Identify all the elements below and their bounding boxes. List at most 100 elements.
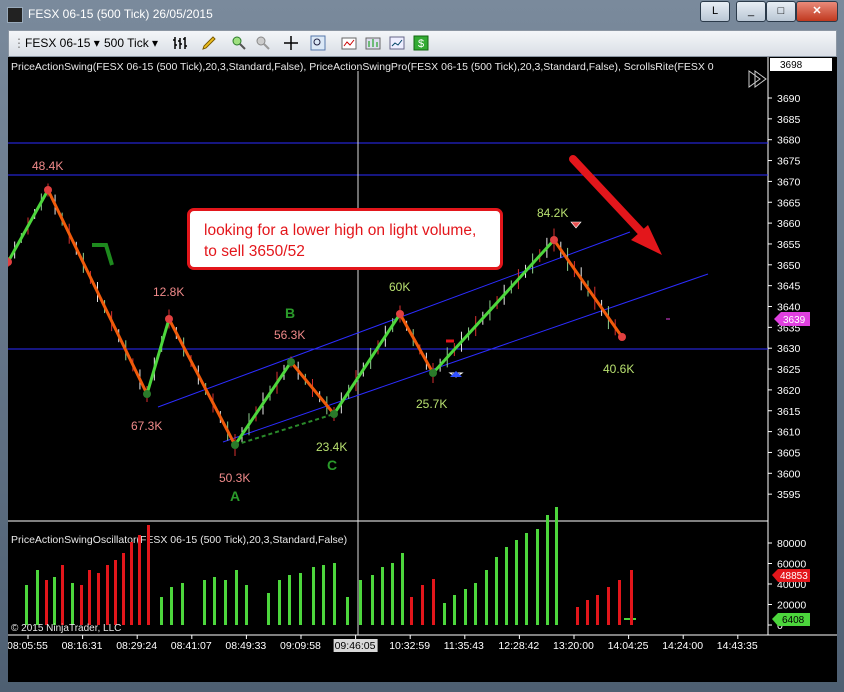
- swing-point: [429, 369, 437, 377]
- swing-point: [44, 186, 52, 194]
- channel-lower-line[interactable]: [222, 273, 709, 443]
- price-tick-label: 3655: [777, 239, 801, 251]
- time-tick-label: 10:32:59: [389, 640, 430, 652]
- magnifier-icon[interactable]: [310, 35, 326, 51]
- oscillator-bar: [515, 540, 518, 625]
- price-tick-label: 3650: [777, 260, 801, 272]
- oscillator-bar: [576, 607, 579, 625]
- ninjatrader-app-icon: [7, 7, 23, 23]
- oscillator-red-badge: 48853: [772, 569, 810, 582]
- oscillator-bar: [106, 565, 109, 625]
- oscillator-bar: [421, 585, 424, 625]
- price-tick-label: 3620: [777, 385, 801, 397]
- oscillator-bar: [371, 575, 374, 625]
- oscillator-bar: [333, 563, 336, 625]
- swing-point: [287, 358, 295, 366]
- dollar-icon[interactable]: $: [413, 35, 429, 51]
- instrument-name: FESX 06-15: [25, 36, 91, 50]
- interval-name: 500 Tick: [104, 36, 149, 50]
- swing-label-8: 25.7K: [416, 397, 447, 411]
- oscillator-bar: [495, 557, 498, 625]
- oscillator-bar: [391, 563, 394, 625]
- window-title: FESX 06-15 (500 Tick) 26/05/2015: [28, 7, 213, 21]
- price-tick-label: 3660: [777, 218, 801, 230]
- indicator-caption: PriceActionSwing(FESX 06-15 (500 Tick),2…: [11, 61, 714, 73]
- down-swing-line: [46, 189, 149, 395]
- up-swing-line: [6, 189, 50, 263]
- indicators-icon[interactable]: [341, 35, 357, 51]
- chart-panel[interactable]: 48.4K 12.8K 67.3K 50.3K 56.3K 23.4K 60K …: [4, 57, 837, 682]
- time-tick-label: 08:49:33: [225, 640, 266, 652]
- annotation-line-1: looking for a lower high on light volume…: [204, 222, 477, 239]
- oscillator-bar: [170, 587, 173, 625]
- oscillator-bar: [122, 553, 125, 625]
- oscillator-caption: PriceActionSwingOscillator(FESX 06-15 (5…: [11, 534, 347, 546]
- down-swing-line: [398, 313, 435, 374]
- instrument-selector[interactable]: FESX 06-15 ▾: [25, 36, 100, 50]
- oscillator-bar: [346, 597, 349, 625]
- swing-point: [4, 258, 12, 266]
- oscillator-bar: [138, 535, 141, 625]
- zoom-in-icon[interactable]: [231, 35, 247, 51]
- oscillator-bars: [25, 507, 633, 625]
- close-button[interactable]: ✕: [796, 1, 838, 22]
- annotation-line-2: to sell 3650/52: [204, 243, 305, 260]
- swing-label-7: 60K: [389, 280, 410, 294]
- properties-icon[interactable]: [389, 35, 405, 51]
- crosshair-icon[interactable]: [283, 35, 299, 51]
- oscillator-bar: [235, 570, 238, 625]
- swing-point: [165, 315, 173, 323]
- oscillator-bar: [71, 583, 74, 625]
- oscillator-bar: [299, 573, 302, 625]
- time-tick-label: 14:43:35: [717, 640, 758, 652]
- oscillator-bar: [322, 565, 325, 625]
- price-tick-label: 3595: [777, 489, 801, 501]
- oscillator-bar: [61, 565, 64, 625]
- annotation-textbox[interactable]: looking for a lower high on light volume…: [187, 208, 503, 270]
- interval-selector[interactable]: 500 Tick ▾: [104, 36, 158, 50]
- price-chart[interactable]: 48.4K 12.8K 67.3K 50.3K 56.3K 23.4K 60K …: [4, 57, 837, 682]
- oscillator-bar: [245, 585, 248, 625]
- oscillator-bar: [546, 515, 549, 625]
- oscillator-bar: [453, 595, 456, 625]
- time-axis[interactable]: 08:05:55 08:16:31 08:29:24 08:41:07 08:49:33…: [7, 635, 758, 652]
- bar-type-icon[interactable]: [172, 35, 188, 51]
- swing-label-9: 84.2K: [537, 206, 568, 220]
- time-tick-label: 13:20:00: [553, 640, 594, 652]
- swing-point: [231, 441, 239, 449]
- price-last-badge: 3639: [774, 312, 810, 326]
- svg-text:6408: 6408: [782, 615, 805, 626]
- swing-label-6: 23.4K: [316, 440, 347, 454]
- oscillator-bar: [607, 587, 610, 625]
- maximize-button[interactable]: □: [766, 1, 796, 22]
- oscillator-bar: [381, 567, 384, 625]
- oscillator-green-badge: 6408: [772, 613, 810, 626]
- zoom-out-icon[interactable]: [255, 35, 271, 51]
- strategies-icon[interactable]: [365, 35, 381, 51]
- time-tick-label: 09:09:58: [280, 640, 321, 652]
- chart-window: FESX 06-15 (500 Tick) 26/05/2015 L _ □ ✕…: [0, 0, 844, 692]
- svg-text:48853: 48853: [780, 571, 808, 582]
- oscillator-bar: [114, 560, 117, 625]
- oscillator-bar: [53, 577, 56, 625]
- time-tick-label: 12:28:42: [498, 640, 539, 652]
- time-tick-label: 08:16:31: [62, 640, 103, 652]
- swing-label-1: 48.4K: [32, 159, 63, 173]
- oscillator-bar: [25, 585, 28, 625]
- trend-marker: [92, 243, 114, 266]
- time-tick-label: 11:35:43: [444, 640, 484, 652]
- oscillator-bar: [485, 570, 488, 625]
- oscillator-bar: [181, 583, 184, 625]
- price-tick-label: 3605: [777, 447, 801, 459]
- price-tick-label: 3690: [777, 93, 801, 105]
- oscillator-bar: [555, 507, 558, 625]
- wave-label-a: A: [230, 488, 240, 504]
- price-top-badge: 3698: [770, 58, 832, 71]
- copyright-text: © 2015 NinjaTrader, LLC: [11, 623, 121, 634]
- oscillator-bar: [359, 580, 362, 625]
- price-axis[interactable]: 3690 3685 3680 3675 3670 3665 3660 3655 3650 3645…: [768, 93, 801, 501]
- sell-signal-marker: [570, 221, 582, 229]
- drawing-pencil-icon[interactable]: [201, 35, 217, 51]
- layout-button[interactable]: L: [700, 1, 730, 22]
- minimize-button[interactable]: _: [736, 1, 766, 22]
